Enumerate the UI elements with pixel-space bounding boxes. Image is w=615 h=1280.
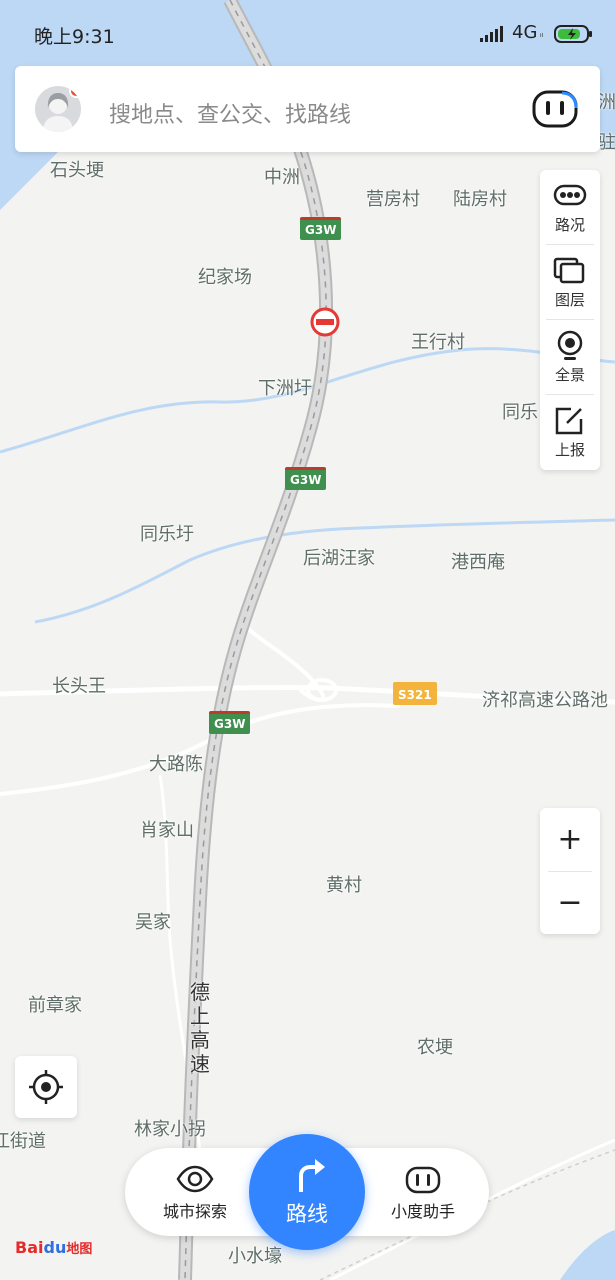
signal-icon xyxy=(480,26,503,42)
status-time: 晚上9:31 xyxy=(34,26,115,48)
layers-icon xyxy=(553,257,585,284)
place-label: 林家小拐 xyxy=(134,1119,206,1140)
place-label: 江街道 xyxy=(0,1131,46,1152)
place-label: 农埂 xyxy=(417,1037,453,1058)
place-label: 小水壕 xyxy=(228,1246,282,1267)
place-label: 黄村 xyxy=(326,875,362,896)
zoom-out-button[interactable]: − xyxy=(540,871,600,934)
tool-layers[interactable]: 图层 xyxy=(540,245,600,320)
traffic-icon xyxy=(553,184,587,206)
place-label: 大路陈 xyxy=(149,754,203,775)
tool-label: 路况 xyxy=(554,216,585,234)
tool-label: 图层 xyxy=(554,291,585,309)
place-label: 陆房村 xyxy=(453,189,507,210)
search-input[interactable]: 搜地点、查公交、找路线 xyxy=(109,97,351,129)
notification-dot xyxy=(69,86,81,98)
place-label: 下洲圩 xyxy=(258,378,312,399)
city-explore-button[interactable]: 城市探索 xyxy=(145,1148,245,1236)
baidu-map-logo: Baidu地图 xyxy=(15,1238,93,1257)
highway-shield: G3W xyxy=(285,467,327,490)
route-label: 路线 xyxy=(286,1202,328,1226)
highway-g3w xyxy=(178,0,334,1280)
report-icon xyxy=(555,407,583,435)
panorama-icon xyxy=(557,330,583,360)
place-label: 济祁高速公路池 xyxy=(482,690,608,711)
stream xyxy=(34,518,615,624)
place-label: 港西庵 xyxy=(451,552,505,573)
river-water xyxy=(560,1230,615,1280)
zoom-control: + − xyxy=(540,808,600,934)
tool-report[interactable]: 上报 xyxy=(540,395,600,470)
highway-shield: G3W xyxy=(300,217,342,240)
network-type: 4G xyxy=(512,22,538,43)
place-label: 驻 xyxy=(598,132,615,153)
place-label: 吴家 xyxy=(135,912,171,933)
xiaodu-assistant-button[interactable]: 小度助手 xyxy=(373,1148,473,1236)
tool-panorama[interactable]: 全景 xyxy=(540,320,600,395)
avatar[interactable] xyxy=(35,86,81,132)
assistant-icon xyxy=(405,1166,441,1194)
map-canvas[interactable] xyxy=(0,0,615,1280)
tool-traffic[interactable]: 路况 xyxy=(540,170,600,245)
place-label: 王行村 xyxy=(411,332,465,353)
tool-label: 上报 xyxy=(554,441,585,459)
place-label: 中洲 xyxy=(264,167,300,188)
city-explore-label: 城市探索 xyxy=(162,1202,227,1221)
turn-right-arrow-icon xyxy=(295,1158,325,1192)
place-label: 同乐圩 xyxy=(140,524,194,545)
search-bar[interactable]: 搜地点、查公交、找路线 xyxy=(15,66,600,152)
status-bar: 晚上9:31 4G ᵢₗ xyxy=(0,0,615,64)
highway-shield: S321 xyxy=(393,682,437,705)
place-label: 前章家 xyxy=(28,995,82,1016)
highway-name-label: 德上高速 xyxy=(190,980,210,1076)
network-subscript: ᵢₗ xyxy=(540,30,544,40)
place-label: 肖家山 xyxy=(140,820,194,841)
xiaodu-assistant-label: 小度助手 xyxy=(390,1202,455,1221)
place-label: 长头王 xyxy=(52,676,106,697)
eye-icon xyxy=(176,1165,214,1193)
highway-shield: G3W xyxy=(209,711,251,734)
battery-icon xyxy=(554,25,592,43)
tool-label: 全景 xyxy=(554,366,585,384)
place-label: 洲 xyxy=(598,92,615,113)
place-label: 营房村 xyxy=(366,189,420,210)
route-button[interactable]: 路线 xyxy=(249,1134,365,1250)
crosshair-icon xyxy=(29,1070,63,1104)
place-label: 石头埂 xyxy=(50,160,104,181)
place-label: 后湖汪家 xyxy=(303,548,375,569)
locate-button[interactable] xyxy=(15,1056,77,1118)
assistant-icon[interactable] xyxy=(532,90,578,128)
map-tools-panel: 路况 图层 全景 上报 xyxy=(540,170,600,470)
zoom-in-button[interactable]: + xyxy=(540,808,600,871)
place-label: 纪家场 xyxy=(198,267,252,288)
place-label: 同乐 xyxy=(502,402,538,423)
